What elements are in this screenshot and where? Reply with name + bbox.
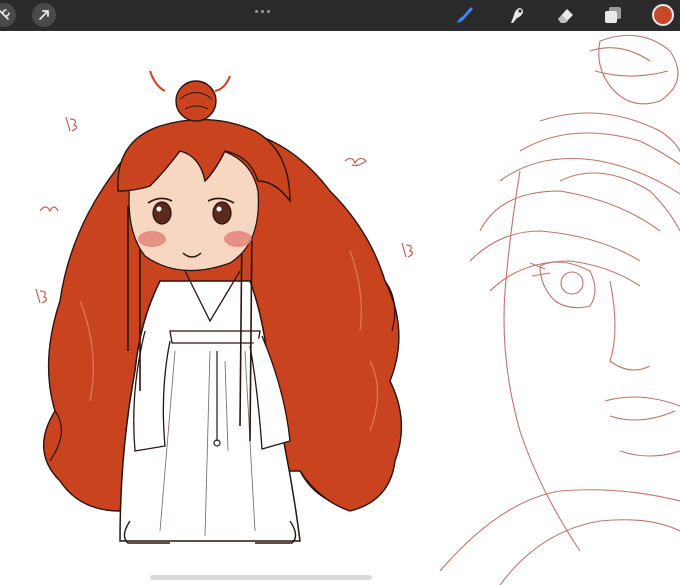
face-sketch: [439, 34, 680, 585]
more-menu-button[interactable]: [250, 6, 274, 16]
top-toolbar: [0, 0, 680, 31]
artwork: [35, 34, 680, 585]
drawing-canvas[interactable]: [0, 31, 680, 585]
smudge-icon: [511, 8, 523, 23]
brush-icon: [457, 7, 473, 23]
eye-left: [152, 201, 172, 225]
layers-tool-button[interactable]: [601, 3, 625, 27]
wrench-tool-button[interactable]: [0, 3, 16, 27]
eraser-tool-button[interactable]: [553, 3, 577, 27]
wrench-icon: [0, 9, 10, 20]
chibi-character: [43, 70, 403, 544]
color-picker-swatch[interactable]: [652, 4, 674, 26]
blush-left: [138, 231, 166, 247]
home-indicator[interactable]: [150, 575, 372, 580]
brush-tool-button[interactable]: [453, 3, 477, 27]
eye-right: [212, 201, 232, 225]
adjust-tool-button[interactable]: [32, 3, 56, 27]
eraser-icon: [558, 9, 573, 23]
layers-icon: [605, 7, 621, 23]
hair-bun: [175, 80, 217, 122]
smudge-tool-button[interactable]: [504, 3, 528, 27]
cursor-arrow-icon: [39, 10, 49, 20]
blush-right: [224, 231, 252, 247]
